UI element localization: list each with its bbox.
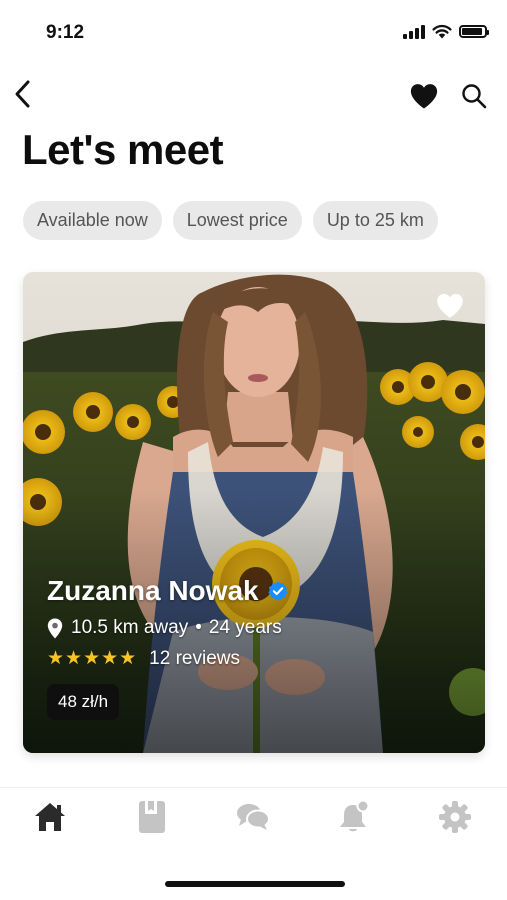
- profile-info: Zuzanna Nowak 10.5 km away • 24 years ★★…: [47, 575, 289, 720]
- tab-home[interactable]: [30, 797, 70, 837]
- reviews-count: 12 reviews: [149, 647, 240, 669]
- filter-chip-lowest-price[interactable]: Lowest price: [172, 201, 302, 240]
- age-text: 24 years: [208, 617, 282, 638]
- filter-chip-distance[interactable]: Up to 25 km: [312, 201, 438, 240]
- search-button[interactable]: [456, 78, 492, 114]
- notification-bell-icon: [340, 800, 370, 832]
- filter-chips: Available now Lowest price Up to 25 km: [23, 201, 438, 240]
- tab-notifications[interactable]: [334, 797, 374, 837]
- separator-dot: •: [195, 617, 202, 638]
- tab-messages[interactable]: [233, 797, 273, 837]
- tab-settings[interactable]: [435, 797, 475, 837]
- status-time: 9:12: [46, 22, 85, 43]
- home-indicator: [165, 881, 345, 887]
- battery-icon: [459, 25, 489, 38]
- book-icon: [139, 801, 165, 833]
- chat-icon: [237, 804, 270, 830]
- price-badge: 48 zł/h: [47, 684, 120, 720]
- card-favorite-button[interactable]: [433, 290, 467, 320]
- status-bar: 9:12: [0, 0, 507, 66]
- heart-icon: [410, 84, 438, 109]
- heart-icon: [437, 293, 463, 318]
- distance-text: 10.5 km away: [71, 617, 189, 638]
- back-button[interactable]: [8, 76, 38, 112]
- nav-bar: [0, 74, 507, 114]
- gear-icon: [439, 801, 471, 833]
- location-row: 10.5 km away • 24 years: [47, 617, 289, 639]
- wifi-icon: [432, 24, 452, 39]
- tab-bookings[interactable]: [132, 797, 172, 837]
- verified-badge-icon: [267, 581, 288, 601]
- filter-chip-available-now[interactable]: Available now: [23, 201, 162, 240]
- rating-stars: ★★★★★: [47, 648, 138, 669]
- tab-bar: [0, 787, 507, 848]
- name-row: Zuzanna Nowak: [47, 575, 289, 607]
- status-icons: [403, 24, 489, 39]
- profile-card[interactable]: Zuzanna Nowak 10.5 km away • 24 years ★★…: [23, 272, 485, 753]
- location-pin-icon: [47, 618, 63, 639]
- favorites-button[interactable]: [406, 78, 442, 114]
- home-icon: [35, 803, 65, 831]
- cellular-signal-icon: [403, 24, 425, 39]
- chevron-left-icon: [15, 80, 30, 108]
- rating-row: ★★★★★ 12 reviews: [47, 647, 289, 670]
- profile-name: Zuzanna Nowak: [47, 575, 259, 606]
- page-title: Let's meet: [22, 126, 224, 173]
- search-icon: [462, 84, 487, 109]
